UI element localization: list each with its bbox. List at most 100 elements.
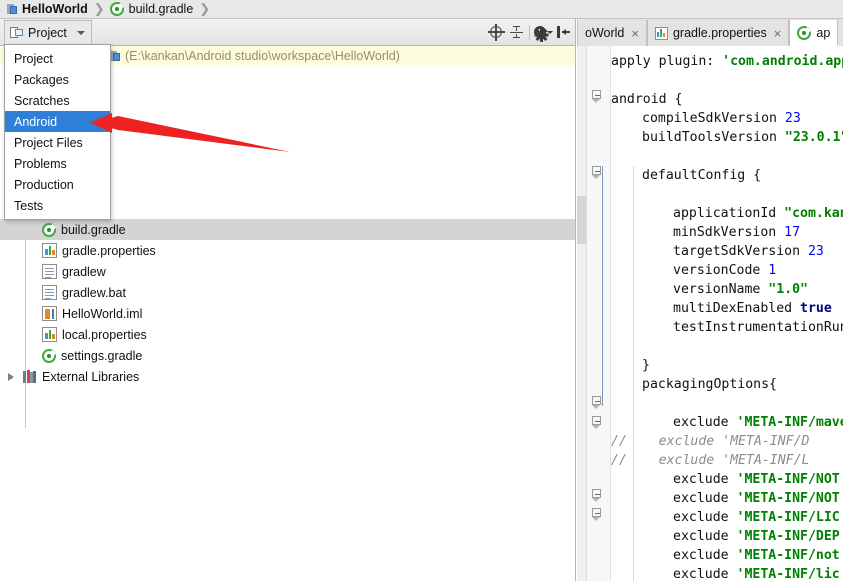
gradle-icon — [109, 2, 124, 16]
tree-row[interactable]: gradlew.bat — [0, 282, 126, 303]
library-icon — [22, 370, 37, 383]
project-view-selector[interactable]: Project — [4, 19, 92, 45]
collapse-all-icon[interactable] — [506, 21, 526, 43]
editor-line[interactable]: exclude 'META-INF/not — [611, 546, 840, 565]
toolbar-divider — [529, 24, 530, 40]
close-icon[interactable]: × — [631, 26, 639, 41]
tree-row[interactable]: External Libraries — [0, 366, 139, 387]
menu-item-label: Project — [14, 51, 53, 66]
editor-line[interactable]: buildToolsVersion "23.0.1" — [611, 128, 843, 147]
editor-line[interactable]: packagingOptions{ — [611, 375, 777, 394]
locate-icon[interactable] — [486, 21, 506, 43]
editor-line[interactable]: exclude 'META-INF/mave — [611, 413, 843, 432]
fold-arrow-icon[interactable] — [592, 175, 600, 179]
properties-icon — [42, 243, 57, 258]
fold-toggle-icon[interactable] — [592, 508, 601, 517]
gradle-icon — [42, 348, 56, 363]
breadcrumb-label: HelloWorld — [22, 2, 88, 16]
editor-line[interactable]: targetSdkVersion 23 — [611, 242, 824, 261]
hide-panel-icon[interactable] — [553, 21, 573, 43]
fold-arrow-icon[interactable] — [592, 517, 600, 521]
fold-arrow-icon[interactable] — [592, 425, 600, 429]
editor-line[interactable]: exclude 'META-INF/lic — [611, 565, 840, 581]
tree-row-label: gradle.properties — [62, 243, 156, 258]
editor-gutter-marker — [577, 196, 586, 244]
gradle-icon — [42, 222, 56, 237]
editor-line[interactable]: apply plugin: 'com.android.app — [611, 52, 843, 71]
menu-item-problems[interactable]: Problems — [5, 153, 110, 174]
fold-toggle-icon[interactable] — [592, 166, 601, 175]
file-icon — [42, 264, 57, 279]
menu-item-scratches[interactable]: Scratches — [5, 90, 110, 111]
file-icon — [42, 285, 57, 300]
project-view-label: Project — [28, 25, 67, 40]
tree-row[interactable]: HelloWorld.iml — [0, 303, 142, 324]
editor-line[interactable]: // exclude 'META-INF/D — [611, 432, 810, 451]
editor-line[interactable]: exclude 'META-INF/LIC — [611, 508, 840, 527]
fold-toggle-icon[interactable] — [592, 90, 601, 99]
properties-icon — [42, 327, 57, 342]
editor-tab[interactable]: oWorld × — [577, 20, 647, 46]
tree-row[interactable]: local.properties — [0, 324, 147, 345]
editor-line[interactable]: exclude 'META-INF/DEP — [611, 527, 840, 546]
fold-toggle-icon[interactable] — [592, 489, 601, 498]
chevron-right-icon[interactable] — [8, 372, 14, 381]
editor-line[interactable]: exclude 'META-INF/NOT — [611, 470, 840, 489]
editor-line[interactable]: multiDexEnabled true — [611, 299, 832, 318]
editor-tab[interactable]: gradle.properties × — [646, 20, 790, 46]
editor-line[interactable]: versionName "1.0" — [611, 280, 808, 299]
breadcrumb-item-project[interactable]: HelloWorld — [4, 0, 91, 19]
fold-toggle-icon[interactable] — [592, 416, 601, 425]
gear-icon[interactable] — [533, 21, 553, 43]
tree-row-label: gradlew.bat — [62, 285, 126, 300]
module-icon — [7, 3, 18, 15]
editor-line[interactable]: applicationId "com.kan — [611, 204, 843, 223]
editor-line[interactable]: android { — [611, 90, 682, 109]
editor-fold-column[interactable] — [587, 46, 611, 581]
menu-item-production[interactable]: Production — [5, 174, 110, 195]
menu-item-project-files[interactable]: Project Files — [5, 132, 110, 153]
editor-line[interactable]: // exclude 'META-INF/L — [611, 451, 810, 470]
fold-arrow-icon[interactable] — [592, 498, 600, 502]
menu-item-label: Tests — [14, 198, 44, 213]
editor-line[interactable]: } — [611, 356, 650, 375]
editor-code-area[interactable]: apply plugin: 'com.android.app android {c… — [577, 46, 843, 581]
chevron-down-icon[interactable] — [76, 30, 85, 35]
fold-toggle-icon[interactable] — [592, 396, 601, 405]
menu-item-tests[interactable]: Tests — [5, 195, 110, 216]
fold-arrow-icon[interactable] — [592, 405, 600, 409]
editor-tab-label: oWorld — [585, 26, 625, 40]
close-icon[interactable]: × — [774, 26, 782, 41]
editor-line[interactable]: testInstrumentationRun — [611, 318, 843, 337]
project-panel-toolbar — [486, 19, 575, 46]
editor-line[interactable]: minSdkVersion 17 — [611, 223, 800, 242]
properties-icon — [654, 26, 668, 40]
editor-line[interactable]: exclude 'META-INF/NOT — [611, 489, 840, 508]
project-view-dropdown-menu[interactable]: Project Packages Scratches Android Project F… — [4, 44, 111, 220]
menu-item-project[interactable]: Project — [5, 48, 110, 69]
tree-row-label: HelloWorld.iml — [62, 306, 143, 321]
breadcrumb-separator-icon: ❯ — [93, 1, 105, 16]
indent-guide — [633, 166, 634, 581]
menu-item-packages[interactable]: Packages — [5, 69, 110, 90]
editor-gutter — [577, 46, 587, 581]
fold-arrow-icon[interactable] — [592, 99, 600, 103]
menu-item-label: Problems — [14, 156, 67, 171]
tree-row[interactable]: build.gradle — [0, 219, 575, 240]
menu-item-label: Android — [14, 114, 58, 129]
editor-tab-label: ap — [816, 25, 831, 40]
menu-item-android[interactable]: Android — [5, 111, 110, 132]
tree-row[interactable]: gradlew — [0, 261, 106, 282]
module-icon — [110, 50, 121, 62]
tree-row-label: gradlew — [62, 264, 106, 279]
breadcrumb-item-file[interactable]: build.gradle — [107, 0, 197, 19]
breadcrumb-separator-icon: ❯ — [199, 1, 211, 16]
tree-row[interactable]: gradle.properties — [0, 240, 156, 261]
editor-tab-active[interactable]: ap — [789, 20, 839, 46]
tree-row-label: External Libraries — [42, 369, 140, 384]
gradle-icon — [797, 25, 812, 40]
code-editor[interactable]: apply plugin: 'com.android.app android {c… — [577, 46, 843, 581]
tree-row[interactable]: settings.gradle — [0, 345, 142, 366]
editor-line[interactable]: versionCode 1 — [611, 261, 776, 280]
editor-line[interactable]: compileSdkVersion 23 — [611, 109, 801, 128]
